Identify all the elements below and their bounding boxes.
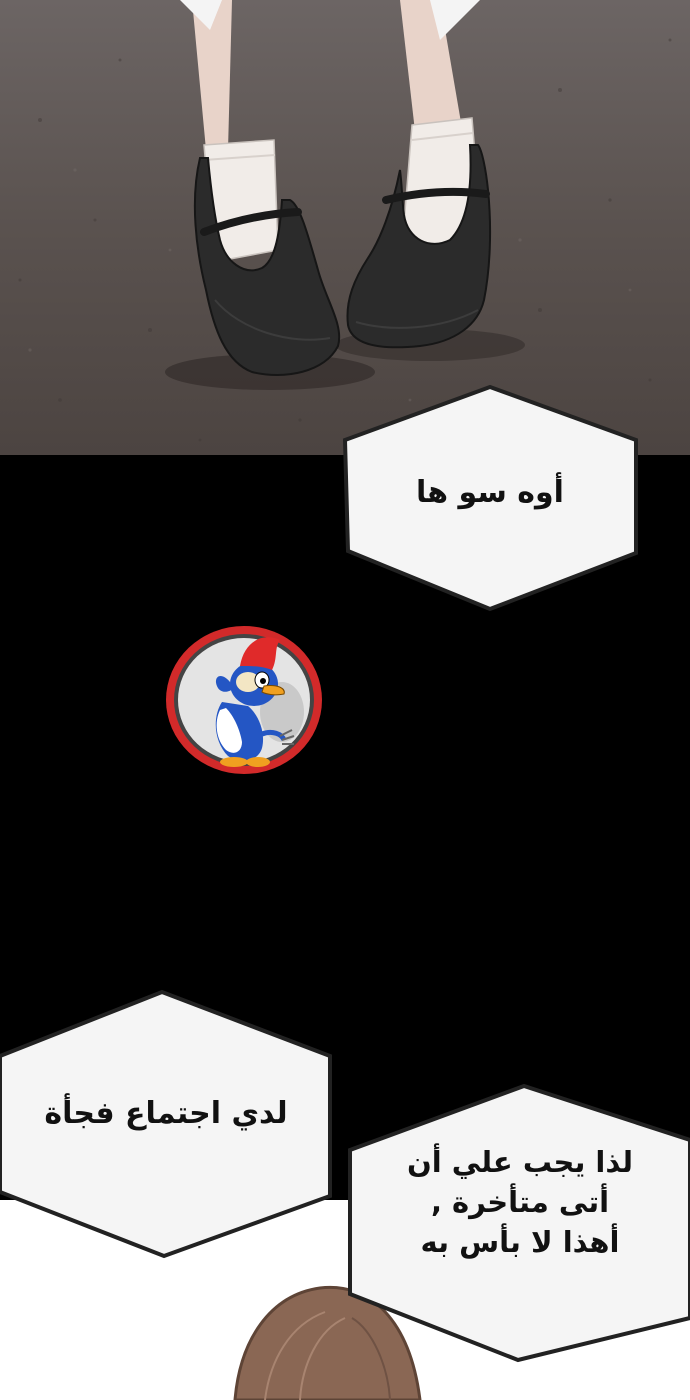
speech-bubble-oh-so: أوه سو ها	[340, 385, 640, 613]
speech-line-1: لذا يجب علي أن	[406, 1145, 634, 1179]
speech-line-3: أهذا لا بأس به	[420, 1225, 620, 1259]
speech-bubble-meeting: لدي اجتماع فجأة	[0, 988, 336, 1260]
speech-text: لدي اجتماع فجأة	[44, 1096, 288, 1131]
speech-text-multiline: لذا يجب علي أن أتى متأخرة , أهذا لا بأس …	[346, 1142, 690, 1262]
speech-text: أوه سو ها	[416, 475, 564, 510]
speech-bubble-late: لذا يجب علي أن أتى متأخرة , أهذا لا بأس …	[346, 1082, 690, 1364]
woodpecker-logo	[162, 622, 326, 778]
speech-line-2: أتى متأخرة ,	[430, 1185, 610, 1219]
woodpecker-logo-graphic	[166, 626, 322, 774]
